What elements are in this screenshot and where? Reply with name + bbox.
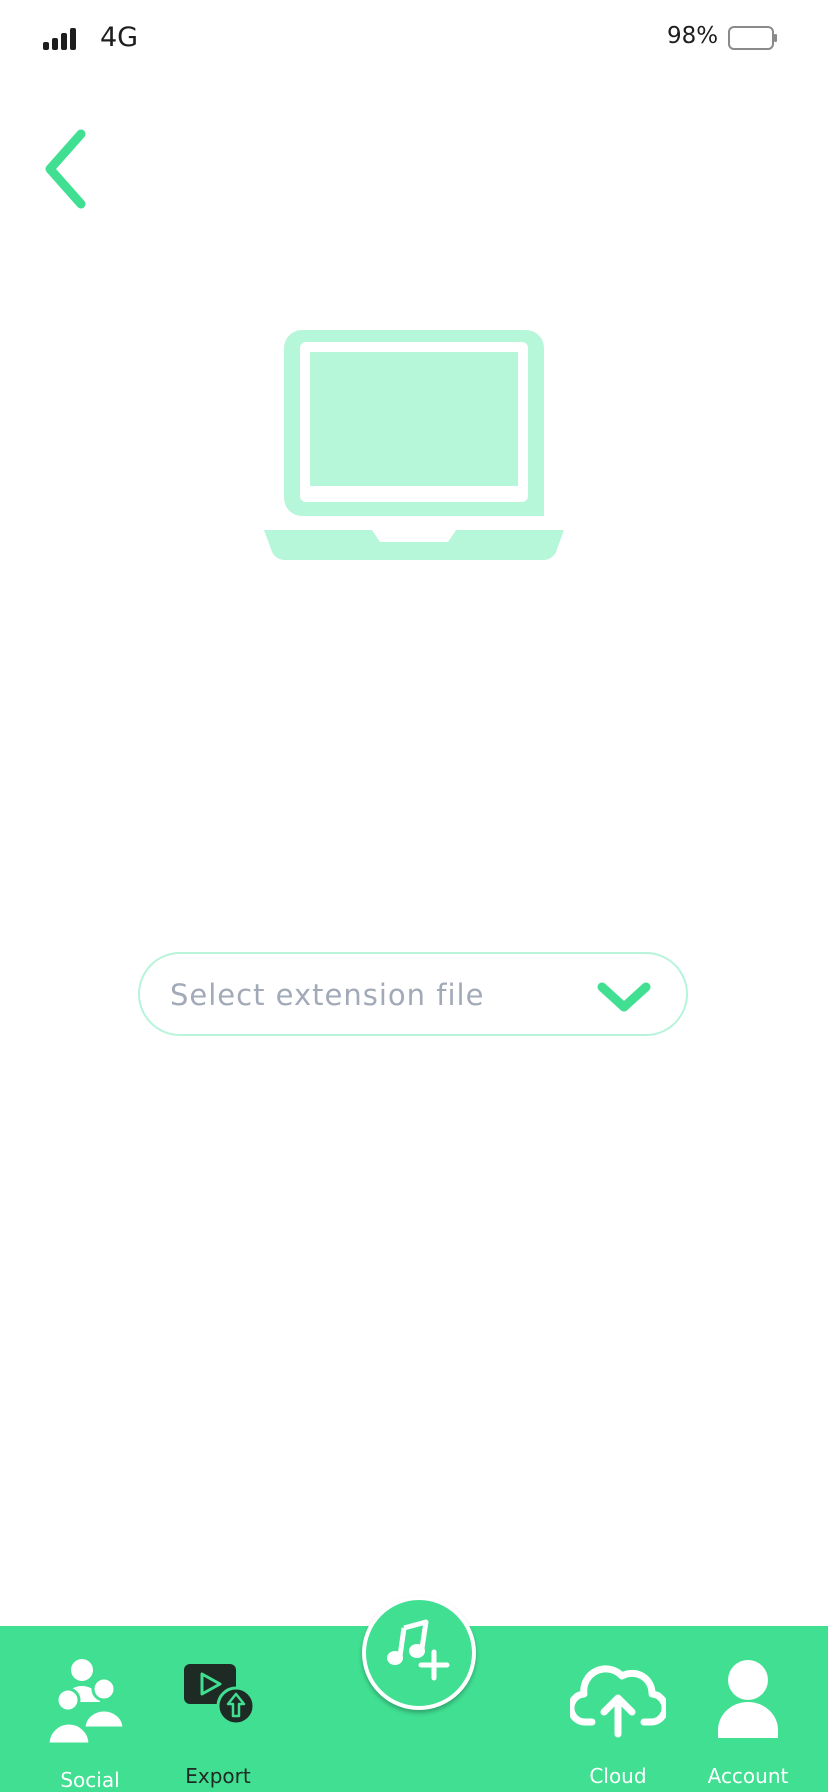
nav-cloud[interactable]: Cloud xyxy=(567,1656,669,1788)
people-icon xyxy=(46,1659,126,1746)
video-export-icon xyxy=(184,1664,256,1726)
extension-select-placeholder: Select extension file xyxy=(170,978,485,1012)
nav-export[interactable]: Export xyxy=(170,1656,266,1788)
person-icon xyxy=(718,1660,778,1738)
cloud-upload-icon xyxy=(567,1665,669,1738)
network-label: 4G xyxy=(100,22,139,53)
nav-account[interactable]: Account xyxy=(700,1656,796,1788)
nav-cloud-label: Cloud xyxy=(589,1764,647,1788)
nav-social[interactable]: Social xyxy=(46,1656,134,1792)
chevron-down-icon xyxy=(597,982,651,1012)
back-button[interactable] xyxy=(36,124,100,214)
laptop-icon xyxy=(264,330,564,560)
nav-social-label: Social xyxy=(60,1768,120,1792)
battery-icon xyxy=(728,26,777,50)
nav-account-label: Account xyxy=(707,1764,789,1788)
nav-export-label: Export xyxy=(185,1764,251,1788)
music-add-icon xyxy=(387,1619,450,1681)
add-music-button[interactable] xyxy=(362,1596,476,1710)
signal-strength-icon xyxy=(43,28,76,50)
chevron-left-icon xyxy=(45,129,86,209)
battery-percent: 98% xyxy=(667,23,719,49)
status-bar: 4G 98% xyxy=(0,0,828,80)
extension-file-select[interactable]: Select extension file xyxy=(138,952,688,1036)
